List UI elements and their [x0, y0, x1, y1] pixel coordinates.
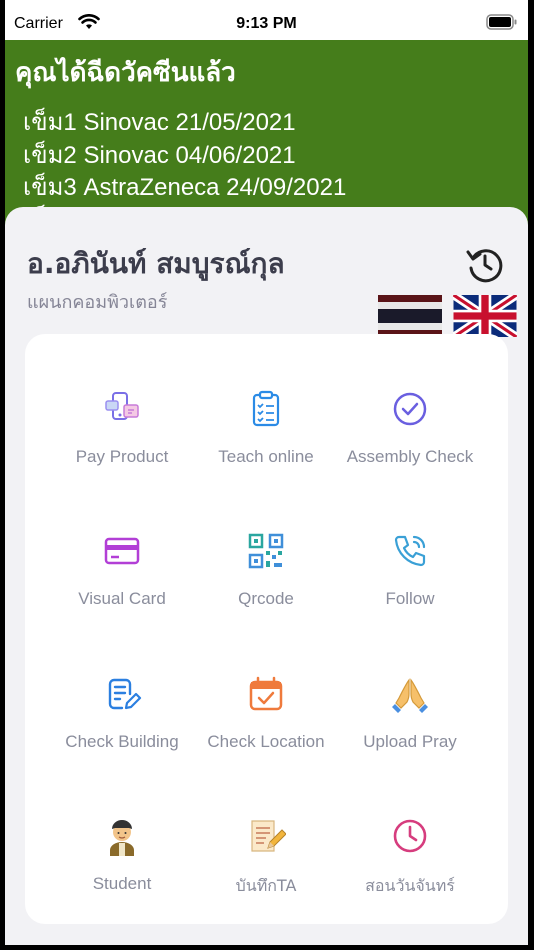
menu-item-check-building[interactable]: Check Building	[47, 674, 197, 784]
history-icon[interactable]	[465, 244, 505, 284]
menu-label: Student	[92, 874, 152, 893]
credit-card-icon	[104, 537, 140, 565]
battery-icon	[486, 14, 517, 30]
menu-card: Pay Product Teach online Assembly Check	[25, 334, 508, 924]
menu-label: Upload Pray	[363, 732, 457, 751]
menu-item-visual-card[interactable]: Visual Card	[47, 531, 197, 641]
pay-product-icon	[105, 392, 139, 420]
menu-label: Teach online	[218, 447, 314, 466]
menu-label: Pay Product	[75, 447, 169, 466]
menu-label: Follow	[385, 589, 435, 608]
menu-label: Qrcode	[238, 589, 294, 608]
phone-call-icon	[394, 535, 426, 567]
thai-flag-icon[interactable]	[378, 295, 442, 337]
menu-item-pay-product[interactable]: Pay Product	[47, 389, 197, 499]
menu-label: บันทึกTA	[235, 876, 297, 895]
clipboard-checklist-icon	[252, 390, 280, 427]
clock-time: 9:13 PM	[236, 15, 297, 32]
app-screen: Carrier 9:13 PM คุณได้ฉีดวัคซีนแล้ว เข็ม…	[5, 0, 528, 945]
menu-item-qrcode[interactable]: Qrcode	[191, 531, 341, 641]
menu-item-follow[interactable]: Follow	[335, 531, 485, 641]
menu-label: Assembly Check	[346, 447, 474, 466]
menu-label: Visual Card	[78, 589, 166, 608]
profile-sheet: อ.อภินันท์ สมบูรณ์กุล แผนกคอมพิวเตอร์ Pa…	[5, 207, 528, 945]
calendar-check-icon	[249, 676, 283, 711]
note-pencil-icon	[251, 820, 286, 852]
menu-item-teach-online[interactable]: Teach online	[191, 389, 341, 499]
menu-item-upload-pray[interactable]: Upload Pray	[335, 674, 485, 784]
clock-icon	[393, 819, 427, 853]
check-circle-icon	[393, 392, 427, 426]
menu-item-student[interactable]: Student	[47, 816, 197, 926]
menu-label: สอนวันจันทร์	[365, 876, 455, 895]
praying-hands-icon	[392, 678, 428, 713]
vaccine-title: คุณได้ฉีดวัคซีนแล้ว	[15, 58, 236, 88]
menu-item-assembly-check[interactable]: Assembly Check	[335, 389, 485, 499]
profile-name: อ.อภินันท์ สมบูรณ์กุล	[27, 247, 285, 280]
status-bar: Carrier 9:13 PM	[5, 0, 528, 40]
qrcode-icon	[248, 533, 284, 569]
uk-flag-icon[interactable]	[453, 295, 517, 337]
menu-label: Check Building	[65, 732, 179, 751]
menu-item-note-ta[interactable]: บันทึกTA	[191, 816, 341, 926]
document-edit-icon	[108, 678, 142, 710]
student-icon	[110, 820, 134, 856]
menu-item-monday-teaching[interactable]: สอนวันจันทร์	[335, 816, 485, 926]
profile-department: แผนกคอมพิวเตอร์	[27, 292, 168, 313]
menu-item-check-location[interactable]: Check Location	[191, 674, 341, 784]
menu-label: Check Location	[207, 732, 325, 751]
